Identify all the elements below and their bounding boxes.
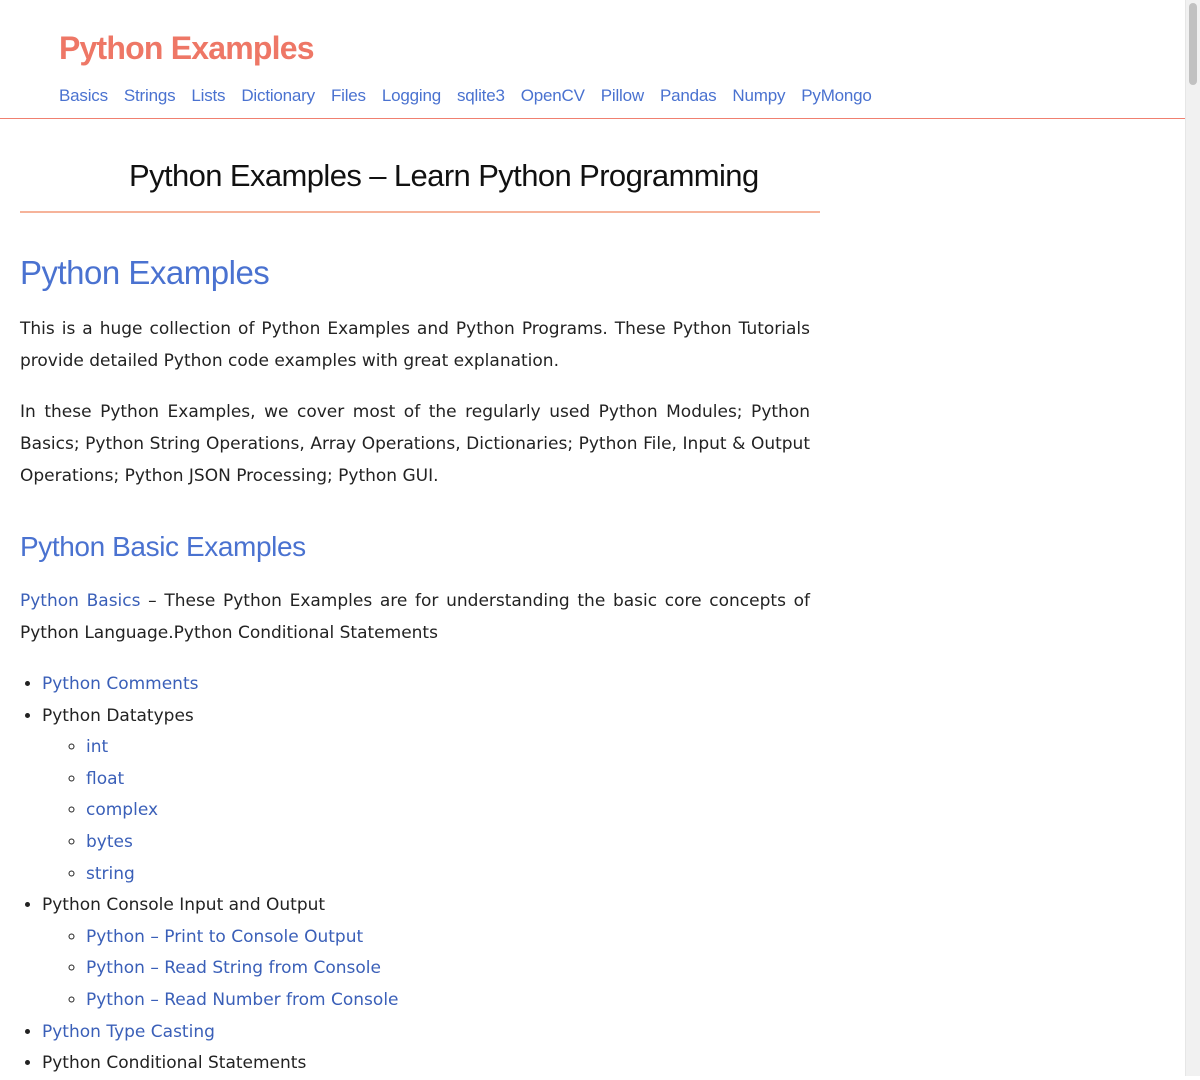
topics-list: Python Comments Python Datatypes int flo… bbox=[20, 669, 399, 1080]
list-item: Python Console Input and Output Python –… bbox=[42, 890, 399, 1016]
nav-link-basics[interactable]: Basics bbox=[59, 86, 108, 106]
topic-link-int[interactable]: int bbox=[86, 737, 108, 757]
nav-link-lists[interactable]: Lists bbox=[191, 86, 225, 106]
topic-label-datatypes: Python Datatypes bbox=[42, 705, 194, 726]
page-scrollbar[interactable] bbox=[1185, 0, 1200, 1076]
coverage-paragraph: In these Python Examples, we cover most … bbox=[20, 402, 810, 486]
nav-link-files[interactable]: Files bbox=[331, 86, 366, 106]
page-title-block: Python Examples – Learn Python Programmi… bbox=[20, 158, 820, 213]
nav-link-pillow[interactable]: Pillow bbox=[601, 86, 644, 106]
list-item: int bbox=[86, 732, 399, 764]
topic-link-bytes[interactable]: bytes bbox=[86, 832, 133, 852]
topic-link-read-string[interactable]: Python – Read String from Console bbox=[86, 958, 381, 978]
site-title-link[interactable]: Python Examples bbox=[59, 30, 315, 67]
python-basics-link[interactable]: Python Basics bbox=[20, 591, 140, 611]
nav-link-sqlite3[interactable]: sqlite3 bbox=[457, 86, 505, 106]
nav-link-dictionary[interactable]: Dictionary bbox=[241, 86, 315, 106]
topic-link-type-casting[interactable]: Python Type Casting bbox=[42, 1022, 215, 1042]
list-item: float bbox=[86, 764, 399, 796]
nav-link-numpy[interactable]: Numpy bbox=[732, 86, 785, 106]
list-item: string bbox=[86, 859, 399, 891]
basics-intro-paragraph: Python Basics – These Python Examples ar… bbox=[20, 585, 810, 649]
list-item: Python Comments bbox=[42, 669, 399, 701]
list-item: Python Conditional Statements bbox=[42, 1048, 399, 1080]
section-heading-python-examples: Python Examples bbox=[20, 254, 270, 291]
console-io-sublist: Python – Print to Console Output Python … bbox=[42, 922, 399, 1017]
nav-link-strings[interactable]: Strings bbox=[124, 86, 176, 106]
topic-label-console-io: Python Console Input and Output bbox=[42, 895, 326, 916]
list-item: Python – Read Number from Console bbox=[86, 985, 399, 1017]
topic-label-conditional: Python Conditional Statements bbox=[42, 1053, 307, 1074]
main-nav: Basics Strings Lists Dictionary Files Lo… bbox=[59, 86, 872, 106]
topic-link-string[interactable]: string bbox=[86, 864, 135, 884]
topic-link-print-console[interactable]: Python – Print to Console Output bbox=[86, 927, 363, 947]
intro-paragraph: This is a huge collection of Python Exam… bbox=[20, 319, 810, 371]
topic-link-read-number[interactable]: Python – Read Number from Console bbox=[86, 990, 399, 1010]
list-item: bytes bbox=[86, 827, 399, 859]
nav-link-logging[interactable]: Logging bbox=[382, 86, 441, 106]
scrollbar-thumb[interactable] bbox=[1189, 3, 1197, 85]
list-item: Python Datatypes int float complex bytes… bbox=[42, 701, 399, 891]
page-title: Python Examples – Learn Python Programmi… bbox=[129, 158, 759, 193]
topic-link-complex[interactable]: complex bbox=[86, 800, 158, 820]
nav-link-opencv[interactable]: OpenCV bbox=[521, 86, 585, 106]
site-header: Python Examples Basics Strings Lists Dic… bbox=[0, 0, 1185, 119]
list-item: complex bbox=[86, 795, 399, 827]
nav-link-pandas[interactable]: Pandas bbox=[660, 86, 717, 106]
list-item: Python – Read String from Console bbox=[86, 953, 399, 985]
section-heading-basic-examples: Python Basic Examples bbox=[20, 531, 306, 562]
list-item: Python Type Casting bbox=[42, 1017, 399, 1049]
topic-link-comments[interactable]: Python Comments bbox=[42, 674, 198, 694]
list-item: Python – Print to Console Output bbox=[86, 922, 399, 954]
nav-link-pymongo[interactable]: PyMongo bbox=[801, 86, 872, 106]
datatypes-sublist: int float complex bytes string bbox=[42, 732, 399, 890]
topic-link-float[interactable]: float bbox=[86, 769, 124, 789]
